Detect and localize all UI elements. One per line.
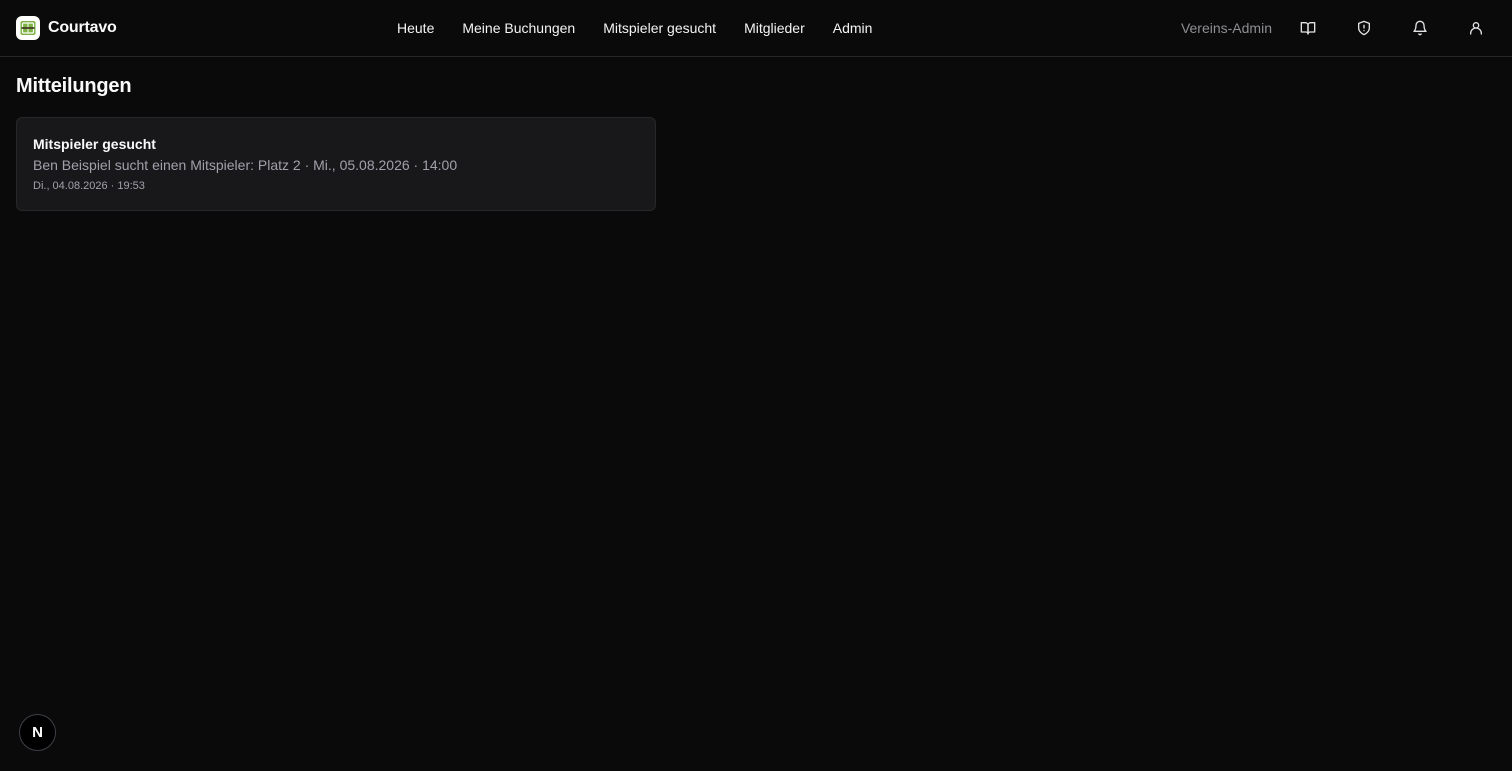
handbook-button[interactable] <box>1288 8 1328 48</box>
brand-home-link[interactable]: Courtavo <box>16 16 117 40</box>
notification-timestamp: Di., 04.08.2026 · 19:53 <box>33 180 145 192</box>
main-nav: Heute Meine Buchungen Mitspieler gesucht… <box>383 0 886 56</box>
book-icon <box>1300 22 1316 35</box>
page-title: Mitteilungen <box>16 75 132 97</box>
bell-icon <box>1413 20 1427 36</box>
notification-body: Ben Beispiel sucht einen Mitspieler: Pla… <box>33 157 458 173</box>
role-label: Vereins-Admin <box>1180 20 1272 36</box>
nav-item-mitglieder[interactable]: Mitglieder <box>730 12 819 44</box>
notification-title: Mitspieler gesucht <box>33 136 156 152</box>
profile-button[interactable] <box>1456 8 1496 48</box>
admin-shield-button[interactable] <box>1344 8 1384 48</box>
notification-card[interactable]: Mitspieler gesucht Ben Beispiel sucht ei… <box>16 117 656 211</box>
user-icon <box>1470 22 1482 35</box>
top-navigation-bar: Courtavo Heute Meine Buchungen Mitspiele… <box>0 0 1512 57</box>
header-actions: Vereins-Admin <box>1181 0 1496 56</box>
brand-name: Courtavo <box>48 19 117 36</box>
nextjs-dev-badge[interactable]: N <box>19 714 56 751</box>
shield-icon <box>1358 20 1370 36</box>
court-logo-icon <box>16 16 40 40</box>
notifications-button[interactable] <box>1400 8 1440 48</box>
nav-item-admin[interactable]: Admin <box>819 12 887 44</box>
dev-badge-label: N <box>32 724 43 741</box>
nav-item-meine-buchungen[interactable]: Meine Buchungen <box>448 12 589 44</box>
nav-item-heute[interactable]: Heute <box>383 12 448 44</box>
nav-item-mitspieler-gesucht[interactable]: Mitspieler gesucht <box>589 12 730 44</box>
